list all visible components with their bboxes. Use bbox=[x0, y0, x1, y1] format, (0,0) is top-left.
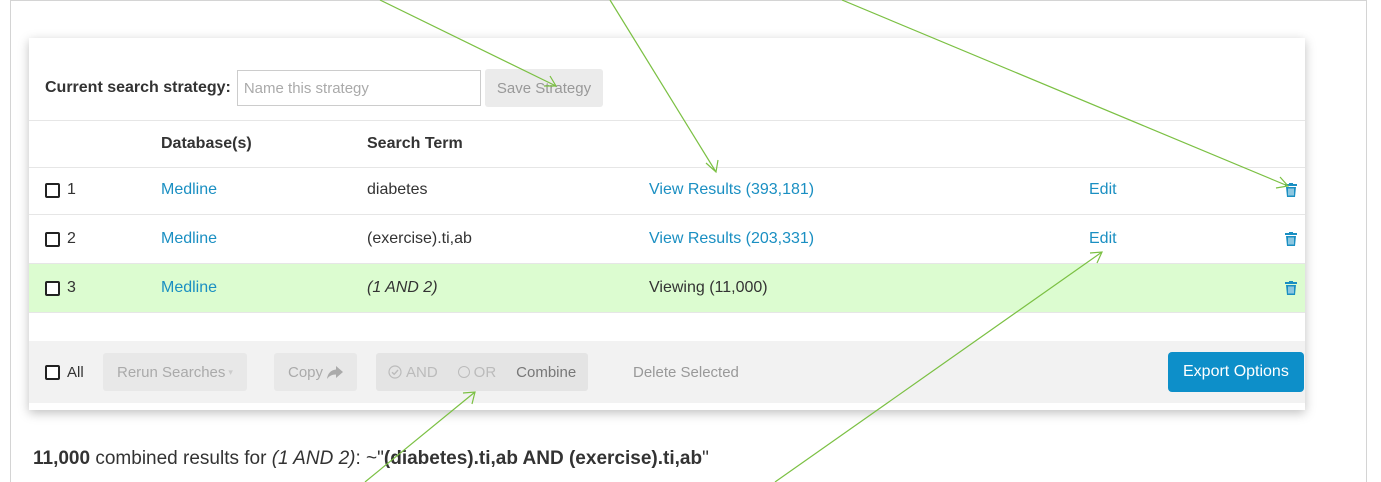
edit-link[interactable]: Edit bbox=[1089, 215, 1117, 263]
rerun-searches-label: Rerun Searches bbox=[117, 363, 226, 381]
results-query-ref: (1 AND 2) bbox=[271, 448, 356, 469]
row-select[interactable]: 1 bbox=[45, 166, 76, 214]
search-term: diabetes bbox=[367, 181, 428, 198]
strategy-row: Current search strategy: Save Strategy bbox=[45, 68, 604, 108]
chevron-down-icon: ▾ bbox=[228, 366, 233, 377]
trash-icon[interactable] bbox=[1285, 232, 1297, 246]
checkbox-icon[interactable] bbox=[45, 182, 60, 198]
table-row: 1 Medline diabetes View Results (393,181… bbox=[29, 166, 1305, 215]
results-query: (diabetes).ti,ab AND (exercise).ti,ab bbox=[383, 448, 703, 469]
results-count: 11,000 bbox=[33, 448, 91, 469]
edit-link[interactable]: Edit bbox=[1089, 166, 1117, 214]
table-row-current: 3 Medline (1 AND 2) Viewing (11,000) bbox=[29, 264, 1305, 313]
row-number: 1 bbox=[67, 181, 76, 198]
checkbox-icon[interactable] bbox=[45, 364, 60, 380]
results-separator: : ~" bbox=[355, 448, 384, 469]
database-link[interactable]: Medline bbox=[161, 264, 217, 312]
strategy-label: Current search strategy: bbox=[45, 79, 231, 96]
export-options-button[interactable]: Export Options bbox=[1168, 352, 1304, 392]
header-database: Database(s) bbox=[161, 135, 252, 152]
results-text: combined results for bbox=[95, 448, 267, 469]
select-all-label: All bbox=[67, 363, 84, 381]
delete-selected-button[interactable]: Delete Selected bbox=[633, 341, 739, 403]
delete-row-button[interactable] bbox=[1285, 166, 1297, 214]
results-summary: 11,000 combined results for (1 AND 2): ~… bbox=[33, 448, 709, 470]
select-all-checkbox[interactable]: All bbox=[45, 341, 84, 403]
row-select[interactable]: 2 bbox=[45, 215, 76, 263]
checkbox-icon[interactable] bbox=[45, 231, 60, 247]
view-results-link[interactable]: View Results (203,331) bbox=[649, 215, 814, 263]
combine-group: AND OR Combine bbox=[376, 353, 589, 391]
results-end-quote: " bbox=[702, 448, 709, 469]
search-term: (exercise).ti,ab bbox=[367, 230, 472, 247]
header-search-term: Search Term bbox=[367, 135, 463, 152]
search-history-panel: Current search strategy: Save Strategy D… bbox=[29, 38, 1305, 410]
and-label: AND bbox=[406, 363, 438, 381]
or-label: OR bbox=[473, 363, 497, 381]
combine-button[interactable]: Combine bbox=[516, 364, 576, 381]
strategy-name-input[interactable] bbox=[236, 70, 481, 106]
database-link[interactable]: Medline bbox=[161, 215, 217, 263]
rerun-wrapper: Rerun Searches ▾ bbox=[103, 341, 247, 403]
share-arrow-icon bbox=[327, 365, 344, 379]
table-header: Database(s) Search Term bbox=[29, 120, 1305, 168]
search-term: (1 AND 2) bbox=[367, 279, 438, 296]
trash-icon[interactable] bbox=[1285, 281, 1297, 295]
rerun-searches-button[interactable]: Rerun Searches ▾ bbox=[103, 353, 247, 391]
viewing-results-label: Viewing (11,000) bbox=[649, 279, 768, 296]
footer-toolbar: All Rerun Searches ▾ Copy AND OR Combine… bbox=[29, 341, 1305, 403]
row-select[interactable]: 3 bbox=[45, 264, 76, 312]
copy-label: Copy bbox=[288, 363, 324, 381]
trash-icon[interactable] bbox=[1285, 183, 1297, 197]
or-option[interactable]: OR bbox=[457, 363, 497, 381]
delete-row-button[interactable] bbox=[1285, 215, 1297, 263]
delete-row-button[interactable] bbox=[1285, 264, 1297, 312]
export-wrapper: Export Options bbox=[1168, 341, 1304, 403]
table-row: 2 Medline (exercise).ti,ab View Results … bbox=[29, 215, 1305, 264]
radio-icon bbox=[457, 366, 470, 378]
copy-wrapper: Copy bbox=[274, 341, 358, 403]
row-number: 2 bbox=[67, 230, 76, 247]
checkbox-icon[interactable] bbox=[45, 280, 60, 296]
row-number: 3 bbox=[67, 279, 76, 296]
copy-button[interactable]: Copy bbox=[274, 353, 358, 391]
and-option[interactable]: AND bbox=[388, 364, 438, 381]
check-circle-icon bbox=[388, 365, 402, 379]
database-link[interactable]: Medline bbox=[161, 166, 217, 214]
save-strategy-button[interactable]: Save Strategy bbox=[484, 69, 604, 107]
view-results-link[interactable]: View Results (393,181) bbox=[649, 166, 814, 214]
combine-wrapper: AND OR Combine bbox=[376, 341, 589, 403]
